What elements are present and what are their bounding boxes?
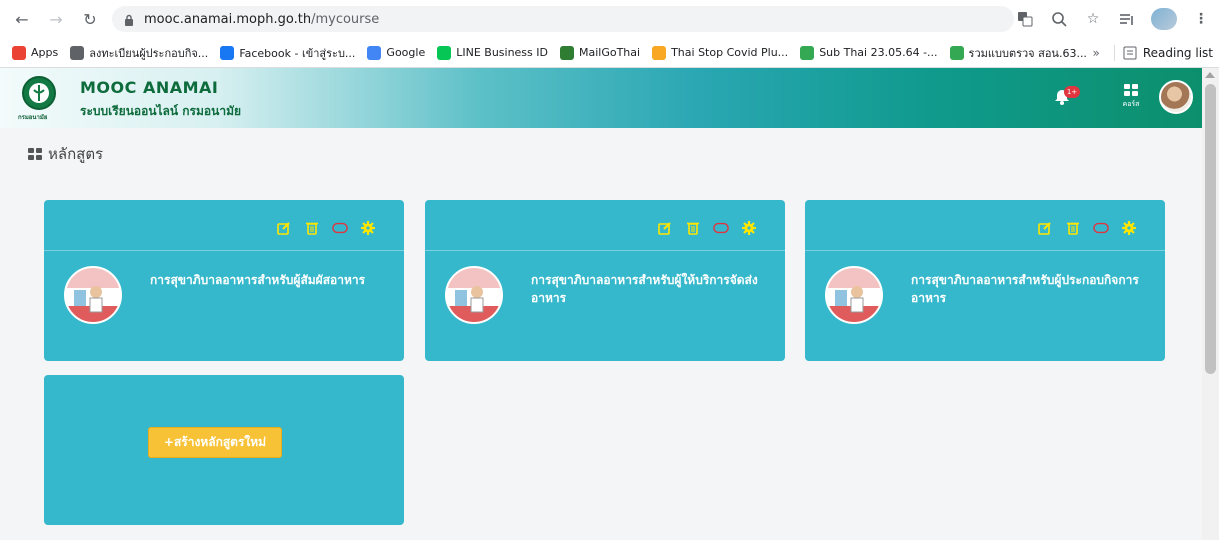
grid-icon — [1124, 84, 1138, 96]
bookmark-favicon-icon — [652, 45, 667, 60]
star-icon[interactable]: ☆ — [1083, 9, 1103, 29]
url-host: mooc.anamai.moph.go.th — [144, 11, 312, 27]
logo-caption: กรมอนามัย — [18, 114, 48, 121]
bookmark-label: Apps — [31, 46, 59, 59]
brand-subtitle: ระบบเรียนออนไลน์ กรมอนามัย — [80, 104, 242, 118]
main-content: หลักสูตร การสุขาภิบาลอาหารสำหรับผู้สัมผั… — [0, 128, 1202, 540]
bookmark-item[interactable]: ลงทะเบียนผู้ประกอบกิจ... — [70, 44, 208, 62]
lock-icon — [124, 14, 134, 26]
bookmark-item[interactable]: Facebook - เข้าสู่ระบ... — [220, 44, 355, 62]
toggle-off-icon[interactable] — [332, 220, 348, 236]
gear-icon[interactable] — [1121, 220, 1137, 236]
browser-toolbar: ← → ↻ mooc.anamai.moph.go.th/mycourse ☆ … — [0, 0, 1219, 38]
gear-icon[interactable] — [741, 220, 757, 236]
bookmark-item[interactable]: Sub Thai 23.05.64 -... — [800, 45, 938, 60]
notification-badge: 1+ — [1064, 86, 1080, 98]
anamai-logo[interactable] — [22, 76, 56, 110]
course-title[interactable]: การสุขาภิบาลอาหารสำหรับผู้สัมผัสอาหาร — [150, 271, 390, 289]
edit-icon[interactable] — [276, 220, 292, 236]
browser-actions: ☆ ⋮ — [1015, 6, 1211, 32]
divider — [1113, 45, 1115, 61]
bookmark-item[interactable]: LINE Business ID — [437, 45, 548, 60]
course-title[interactable]: การสุขาภิบาลอาหารสำหรับผู้ประกอบกิจการอา… — [911, 271, 1151, 307]
bookmark-favicon-icon — [437, 45, 452, 60]
new-course-card: +สร้างหลักสูตรใหม่ — [44, 375, 404, 525]
toggle-off-icon[interactable] — [1093, 220, 1109, 236]
trash-icon[interactable] — [1065, 220, 1081, 236]
bookmark-label: Sub Thai 23.05.64 -... — [819, 46, 938, 59]
app-header: กรมอนามัย MOOC ANAMAI ระบบเรียนออนไลน์ ก… — [0, 68, 1202, 128]
url-path: /mycourse — [311, 11, 380, 27]
divider — [805, 250, 1165, 251]
bookmark-item[interactable]: Google — [367, 45, 426, 60]
bookmark-label: MailGoThai — [578, 46, 641, 59]
course-card[interactable]: การสุขาภิบาลอาหารสำหรับผู้ประกอบกิจการอา… — [805, 200, 1165, 361]
reading-list-icon[interactable] — [1117, 9, 1137, 29]
course-thumbnail[interactable] — [445, 266, 503, 324]
edit-icon[interactable] — [657, 220, 673, 236]
card-tools — [1037, 220, 1137, 236]
bookmark-item[interactable]: Apps — [12, 45, 59, 60]
user-avatar[interactable] — [1159, 80, 1193, 114]
bookmark-item[interactable]: MailGoThai — [559, 45, 641, 60]
card-tools — [276, 220, 376, 236]
bookmarks-more[interactable]: » — [1093, 46, 1100, 60]
courses-nav-button[interactable]: คอร์ส — [1116, 84, 1146, 118]
reading-list-button[interactable]: Reading list — [1123, 46, 1213, 60]
page-title-text: หลักสูตร — [48, 145, 104, 163]
scroll-up-arrow-icon[interactable] — [1205, 72, 1215, 78]
profile-icon[interactable] — [1151, 8, 1177, 30]
bookmarks-bar: Apps ลงทะเบียนผู้ประกอบกิจ... Facebook - เ… — [0, 38, 1219, 68]
reading-list-label: Reading list — [1142, 46, 1213, 60]
course-card[interactable]: การสุขาภิบาลอาหารสำหรับผู้ให้บริการจัดส่… — [425, 200, 785, 361]
course-thumbnail[interactable] — [64, 266, 122, 324]
bookmark-label: Thai Stop Covid Plu... — [671, 46, 789, 59]
page-title: หลักสูตร — [28, 142, 103, 166]
courses-nav-label: คอร์ส — [1122, 100, 1140, 108]
bookmark-label: Google — [386, 46, 426, 59]
divider — [425, 250, 785, 251]
bookmark-favicon-icon — [367, 45, 382, 60]
grid-icon — [28, 148, 42, 160]
course-card[interactable]: การสุขาภิบาลอาหารสำหรับผู้สัมผัสอาหาร — [44, 200, 404, 361]
bookmark-favicon-icon — [800, 45, 815, 60]
bookmark-item[interactable]: รวมแบบตรวจ สอน.63... — [949, 44, 1087, 62]
bookmark-favicon-icon — [949, 45, 964, 60]
toggle-off-icon[interactable] — [713, 220, 729, 236]
divider — [44, 250, 404, 251]
bookmark-favicon-icon — [70, 45, 85, 60]
more-menu-icon[interactable]: ⋮ — [1191, 9, 1211, 29]
zoom-icon[interactable] — [1049, 9, 1069, 29]
address-bar[interactable]: mooc.anamai.moph.go.th/mycourse — [112, 6, 1014, 32]
reading-list-icon — [1123, 46, 1137, 60]
bookmark-list: Apps ลงทะเบียนผู้ประกอบกิจ... Facebook - เ… — [0, 44, 1099, 62]
bookmark-label: LINE Business ID — [456, 46, 548, 59]
bookmark-item[interactable]: Thai Stop Covid Plu... — [652, 45, 789, 60]
bookmarks-right: » Reading list — [1093, 38, 1213, 68]
bookmark-label: รวมแบบตรวจ สอน.63... — [968, 46, 1087, 60]
trash-icon[interactable] — [304, 220, 320, 236]
brand-title[interactable]: MOOC ANAMAI — [80, 78, 218, 97]
gear-icon[interactable] — [360, 220, 376, 236]
course-thumbnail[interactable] — [825, 266, 883, 324]
reload-icon[interactable]: ↻ — [78, 7, 102, 31]
bookmark-favicon-icon — [559, 45, 574, 60]
course-title[interactable]: การสุขาภิบาลอาหารสำหรับผู้ให้บริการจัดส่… — [531, 271, 771, 307]
bookmark-label: ลงทะเบียนผู้ประกอบกิจ... — [89, 46, 209, 60]
forward-arrow-icon[interactable]: → — [44, 7, 68, 31]
edit-icon[interactable] — [1037, 220, 1053, 236]
create-course-button[interactable]: +สร้างหลักสูตรใหม่ — [148, 427, 282, 458]
card-tools — [657, 220, 757, 236]
translate-icon[interactable] — [1015, 9, 1035, 29]
scrollbar-thumb[interactable] — [1205, 84, 1216, 374]
apps-grid-icon — [12, 45, 26, 60]
trash-icon[interactable] — [685, 220, 701, 236]
bookmark-favicon-icon — [220, 45, 235, 60]
bookmark-label: Facebook - เข้าสู่ระบ... — [239, 46, 356, 60]
back-arrow-icon[interactable]: ← — [10, 7, 34, 31]
